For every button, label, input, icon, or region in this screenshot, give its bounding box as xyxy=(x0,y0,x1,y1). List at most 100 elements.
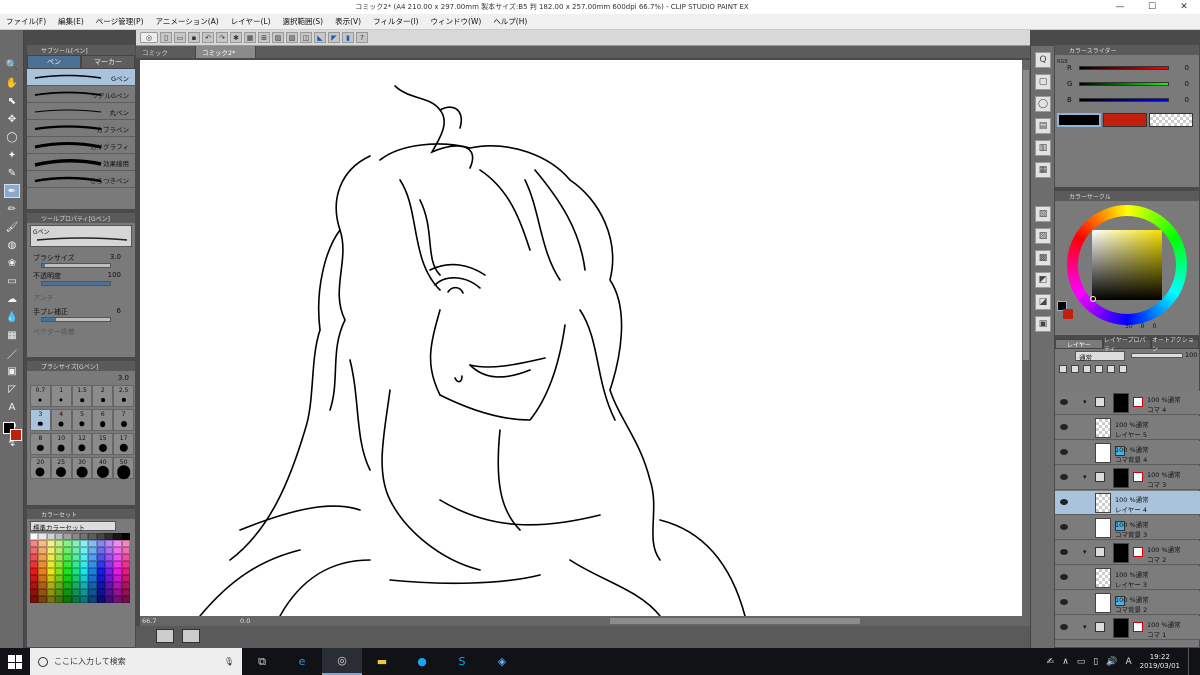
color-swatch[interactable] xyxy=(88,540,97,547)
stabilization-value[interactable]: 6 xyxy=(117,307,121,315)
menu-animation[interactable]: アニメーション(A) xyxy=(150,16,225,27)
visibility-eye-icon[interactable] xyxy=(1060,424,1068,430)
brush-size-option[interactable]: 2 xyxy=(92,385,114,407)
clip-studio-taskbar-icon[interactable]: ◎ xyxy=(322,648,362,675)
color-swatch[interactable] xyxy=(63,533,72,540)
menu-view[interactable]: 表示(V) xyxy=(329,16,367,27)
color-swatch[interactable] xyxy=(79,582,89,589)
brush-size-option[interactable]: 20 xyxy=(30,457,51,479)
layer-row[interactable]: 100 %通常 コマ背景 2 xyxy=(1055,591,1200,615)
color-swatch[interactable] xyxy=(71,596,80,603)
color-swatch[interactable] xyxy=(88,547,97,554)
power-icon[interactable]: ▯ xyxy=(1093,657,1098,667)
color-swatch[interactable] xyxy=(30,589,39,596)
color-swatch[interactable] xyxy=(79,575,89,582)
folder-toggle-icon[interactable]: ▾ xyxy=(1083,473,1087,481)
layer-row[interactable]: ▾ 100 %通常 コマ 4 xyxy=(1055,391,1200,415)
horizontal-scroll-thumb[interactable] xyxy=(610,618,861,624)
figure-icon[interactable]: ／ xyxy=(4,346,20,361)
layer-row[interactable]: 100 %通常 レイヤー 3 xyxy=(1055,566,1200,590)
color-swatch[interactable] xyxy=(38,596,47,603)
close-icon[interactable]: ✕ xyxy=(1168,2,1200,12)
help-icon[interactable]: ? xyxy=(356,32,368,43)
layer-opacity-value[interactable]: 100 xyxy=(1185,351,1197,359)
layer-panel-toggle-icon[interactable] xyxy=(156,629,174,643)
brush-real-g-pen[interactable]: リアルGペン xyxy=(27,86,135,103)
taskbar-clock[interactable]: 19:22 2019/03/01 xyxy=(1140,653,1180,671)
color-swatch[interactable] xyxy=(54,554,64,561)
brush-effect-line[interactable]: 効果線用 xyxy=(27,154,135,171)
new-vector-layer-icon[interactable] xyxy=(1071,365,1079,373)
twitter-icon[interactable]: ● xyxy=(402,648,442,675)
color-swatch[interactable] xyxy=(121,575,130,582)
color-swatch[interactable] xyxy=(121,582,130,589)
brush-size-option[interactable]: 12 xyxy=(71,433,93,455)
visibility-eye-icon[interactable] xyxy=(1060,399,1068,405)
color-swatch[interactable] xyxy=(79,568,89,575)
color-swatch[interactable] xyxy=(38,568,47,575)
visibility-eye-icon[interactable] xyxy=(1060,474,1068,480)
color-swatch[interactable] xyxy=(113,561,122,568)
color-swatch[interactable] xyxy=(46,568,55,575)
color-swatch[interactable] xyxy=(54,596,64,603)
layer-row[interactable]: ▾ 100 %通常 コマ 1 xyxy=(1055,616,1200,640)
decoration-icon[interactable]: ❀ xyxy=(4,256,20,270)
menu-layer[interactable]: レイヤー(L) xyxy=(225,16,277,27)
menu-filter[interactable]: フィルター(I) xyxy=(367,16,424,27)
tab-auto-action[interactable]: オートアクション xyxy=(1151,337,1199,353)
color-swatch[interactable] xyxy=(96,561,105,568)
menu-edit[interactable]: 編集(E) xyxy=(52,16,90,27)
gradient-icon[interactable]: ▦ xyxy=(4,328,20,342)
color-swatch[interactable] xyxy=(30,547,39,554)
color-swatch[interactable] xyxy=(63,554,72,561)
pen-tool-icon[interactable]: ✒ xyxy=(4,184,20,198)
snap-ruler-icon[interactable]: ◣ xyxy=(314,32,326,43)
color-swatch[interactable] xyxy=(54,582,64,589)
show-desktop-button[interactable] xyxy=(1188,648,1194,675)
new-folder-icon[interactable] xyxy=(1083,365,1091,373)
brush-maru-pen[interactable]: 丸ペン xyxy=(27,103,135,120)
color-swatch[interactable] xyxy=(79,589,89,596)
brush-size-option[interactable]: 5 xyxy=(71,409,93,431)
color-swatch[interactable] xyxy=(113,596,122,603)
color-swatch[interactable] xyxy=(96,582,105,589)
zoom-readout[interactable]: 66.7 xyxy=(140,617,240,625)
layer-row[interactable]: 100 %通常 レイヤー 5 xyxy=(1055,416,1200,440)
color-swatch[interactable] xyxy=(71,554,80,561)
start-button[interactable] xyxy=(8,655,22,669)
layer-row[interactable]: 100 %通常 コマ背景 3 xyxy=(1055,516,1200,540)
brush-size-slider[interactable] xyxy=(41,263,111,268)
menu-file[interactable]: ファイル(F) xyxy=(0,16,52,27)
fill-selection-icon[interactable]: ▦ xyxy=(244,32,256,43)
color-swatch[interactable] xyxy=(71,561,80,568)
tab-marker[interactable]: マーカー xyxy=(81,55,135,69)
color-swatch[interactable] xyxy=(38,533,47,540)
brush-size-option[interactable]: 1.5 xyxy=(71,385,93,407)
open-file-icon[interactable]: ▭ xyxy=(174,32,186,43)
microphone-icon[interactable]: 🎙 xyxy=(224,657,234,666)
color-swatch[interactable] xyxy=(88,575,97,582)
app-icon[interactable]: ◈ xyxy=(482,648,522,675)
color-swatch[interactable] xyxy=(113,554,122,561)
layer-row[interactable]: 100 %通常 コマ背景 4 xyxy=(1055,441,1200,465)
snap-special-ruler-icon[interactable]: ◤ xyxy=(328,32,340,43)
color-swatch[interactable] xyxy=(121,596,130,603)
color-swatch[interactable] xyxy=(46,596,55,603)
new-raster-layer-icon[interactable] xyxy=(1059,365,1067,373)
color-swatch[interactable] xyxy=(46,533,55,540)
color-swatch[interactable] xyxy=(88,596,97,603)
brush-size-option[interactable]: 0.7 xyxy=(30,385,51,407)
color-swatch[interactable] xyxy=(96,589,105,596)
color-swatch[interactable] xyxy=(113,547,122,554)
color-swatch[interactable] xyxy=(30,582,39,589)
task-view-icon[interactable]: ⧉ xyxy=(242,648,282,675)
color-swatch[interactable] xyxy=(38,540,47,547)
material-icon[interactable]: ▦ xyxy=(1035,162,1051,178)
color-swatch[interactable] xyxy=(63,596,72,603)
color-swatch[interactable] xyxy=(54,547,64,554)
brush-size-option[interactable]: 8 xyxy=(30,433,51,455)
color-swatch[interactable] xyxy=(71,547,80,554)
sub-view-icon[interactable]: ▤ xyxy=(1035,118,1051,134)
color-swatch[interactable] xyxy=(46,589,55,596)
show-hidden-icons[interactable]: ∧ xyxy=(1062,657,1069,667)
